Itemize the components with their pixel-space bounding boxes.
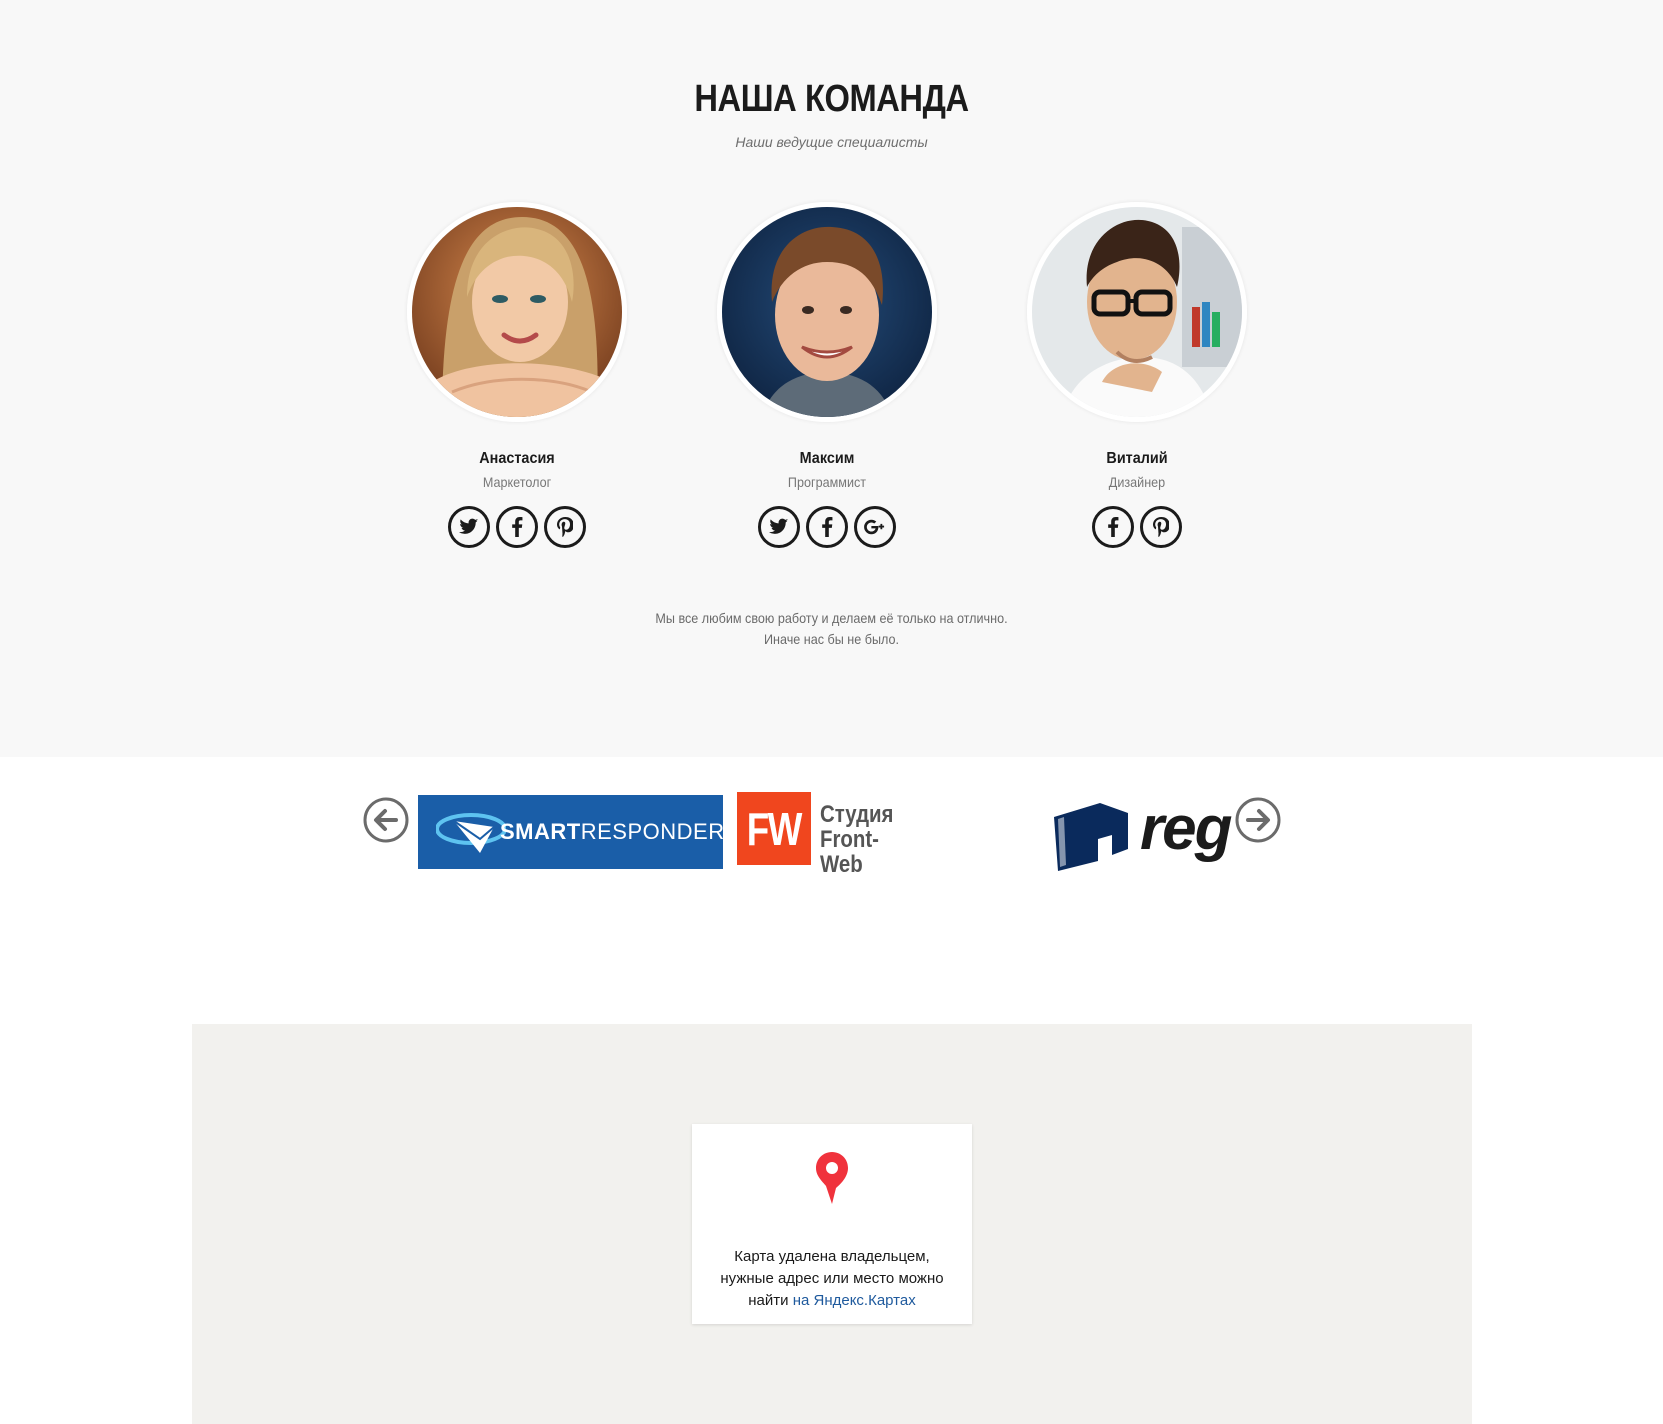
team-note-line2: Иначе нас бы не было. <box>763 631 900 647</box>
twitter-link[interactable] <box>448 506 490 548</box>
front-web-line2: Front-Web <box>820 826 879 878</box>
yandex-maps-link[interactable]: на Яндекс.Картах <box>793 1292 916 1309</box>
twitter-link[interactable] <box>758 506 800 548</box>
smartresponder-text-a: SMART <box>500 819 581 844</box>
team-member-maksim: Максим Программист <box>707 202 947 548</box>
avatar <box>717 202 937 422</box>
reg-text: reg <box>1140 795 1232 863</box>
team-subtitle: Наши ведущие специалисты <box>735 134 928 150</box>
team-member-anastasia: Анастасия Маркетолог <box>397 202 637 548</box>
arrow-left-icon <box>363 797 409 843</box>
facebook-link[interactable] <box>496 506 538 548</box>
map-message: Карта удалена владельцем, нужные адрес и… <box>692 1246 972 1312</box>
map-message-line2: нужные адрес или место можно <box>720 1270 944 1287</box>
pinterest-link[interactable] <box>1140 506 1182 548</box>
map-section: Карта удалена владельцем, нужные адрес и… <box>192 1024 1472 1424</box>
partner-logo-reg[interactable]: reg <box>1050 795 1235 875</box>
social-links <box>707 506 947 548</box>
map-pin-icon <box>816 1152 848 1204</box>
front-web-mark: FW <box>746 802 803 855</box>
facebook-icon <box>822 517 833 537</box>
carousel-prev-button[interactable] <box>363 797 409 843</box>
member-role: Дизайнер <box>1108 474 1166 490</box>
social-links <box>397 506 637 548</box>
team-member-vitaliy: Виталий Дизайнер <box>1017 202 1257 548</box>
team-note-line1: Мы все любим свою работу и делаем её тол… <box>655 610 1008 626</box>
pinterest-link[interactable] <box>544 506 586 548</box>
partner-logo-smartresponder[interactable]: SMARTRESPONDER <box>418 795 725 869</box>
partners-carousel: SMARTRESPONDER FW Студия Front-Web reg <box>0 757 1663 1024</box>
member-name: Анастасия <box>479 450 555 467</box>
team-note: Мы все любим свою работу и делаем её тол… <box>0 608 1663 650</box>
arrow-right-icon <box>1235 797 1281 843</box>
facebook-icon <box>512 517 523 537</box>
member-name: Максим <box>799 450 855 467</box>
avatar <box>407 202 627 422</box>
google-plus-link[interactable] <box>854 506 896 548</box>
partner-logo-front-web[interactable]: FW Студия Front-Web <box>737 792 937 877</box>
pinterest-icon <box>557 517 573 537</box>
member-role: Программист <box>787 474 867 490</box>
facebook-link[interactable] <box>806 506 848 548</box>
front-web-line1: Студия <box>820 801 894 828</box>
facebook-link[interactable] <box>1092 506 1134 548</box>
member-name: Виталий <box>1106 450 1168 467</box>
carousel-next-button[interactable] <box>1235 797 1281 843</box>
twitter-icon <box>459 518 479 534</box>
smartresponder-text-b: RESPONDER <box>580 819 725 844</box>
facebook-icon <box>1108 517 1119 537</box>
social-links <box>1017 506 1257 548</box>
team-title: НАША КОМАНДА <box>694 78 969 120</box>
member-role: Маркетолог <box>482 474 552 490</box>
folder-house-icon <box>1054 803 1128 871</box>
envelope-icon <box>436 813 506 853</box>
pinterest-icon <box>1153 517 1169 537</box>
map-removed-card: Карта удалена владельцем, нужные адрес и… <box>692 1124 972 1324</box>
team-section: НАША КОМАНДА Наши ведущие специалисты Ан… <box>0 0 1663 757</box>
google-plus-icon <box>864 519 885 535</box>
map-message-line1: Карта удалена владельцем, <box>734 1248 930 1265</box>
twitter-icon <box>769 518 789 534</box>
map-message-line3: найти <box>748 1292 793 1309</box>
avatar <box>1027 202 1247 422</box>
